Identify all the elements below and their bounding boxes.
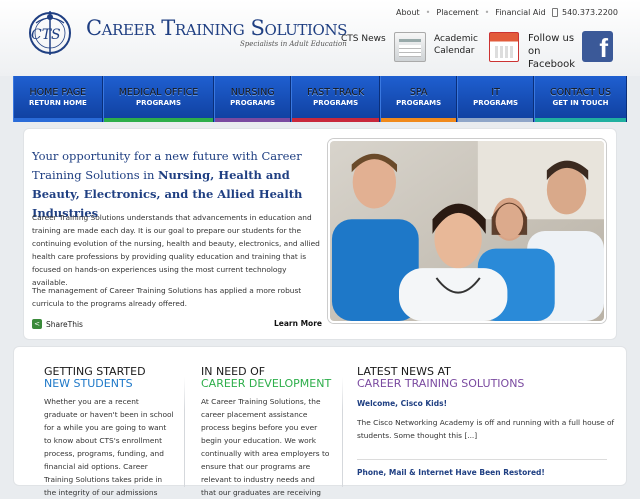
calendar-page-icon[interactable] [489, 32, 519, 62]
nav-color-bar [103, 118, 214, 122]
calendar-icon[interactable] [394, 32, 426, 62]
nav-item-spa[interactable]: SPA PROGRAMS [380, 76, 458, 122]
nav-title: NURSING [230, 87, 275, 98]
learn-more-link[interactable]: Learn More [274, 319, 322, 328]
nav-title: CONTACT US [549, 87, 612, 98]
nav-color-bar [14, 118, 102, 122]
hero-paragraph-1: Career Training Solutions understands th… [32, 213, 320, 287]
brand-title[interactable]: Career Training Solutions [86, 16, 347, 40]
share-icon: < [32, 319, 42, 329]
site-header: CTS Career Training Solutions Specialist… [0, 0, 640, 76]
top-link-financial-aid[interactable]: Financial Aid [495, 8, 545, 17]
nav-title: IT [491, 87, 500, 98]
getting-started-text: Whether you are a recent graduate or hav… [44, 397, 174, 497]
nav-item-contact[interactable]: CONTACT US GET IN TOUCH [534, 76, 627, 122]
top-link-placement[interactable]: Placement [436, 8, 478, 17]
nav-title: MEDICAL OFFICE [118, 87, 199, 98]
nav-sub: PROGRAMS [135, 99, 182, 107]
academic-calendar-link[interactable]: Academic Calendar [434, 33, 484, 57]
nav-sub: PROGRAMS [396, 99, 442, 107]
news-item-text: The Cisco Networking Academy is off and … [357, 418, 615, 440]
nav-item-fast-track[interactable]: FAST TRACK PROGRAMS [291, 76, 381, 122]
news-item-title[interactable]: Welcome, Cisco Kids! [357, 399, 447, 408]
facebook-icon[interactable]: f [582, 31, 613, 63]
nav-color-bar [458, 118, 534, 122]
nav-sub: RETURN HOME [28, 99, 87, 107]
facebook-follow-link[interactable]: Follow us on Facebook [528, 32, 584, 71]
nav-sub: PROGRAMS [230, 99, 276, 107]
bullet-separator: • [425, 8, 431, 17]
top-link-about[interactable]: About [396, 8, 420, 17]
news-separator [357, 459, 607, 460]
new-students-heading[interactable]: NEW STUDENTS [44, 377, 133, 390]
brand-tagline: Specialists in Adult Education [240, 40, 347, 48]
share-button[interactable]: < ShareThis [32, 319, 83, 329]
nav-title: HOME PAGE [29, 87, 87, 98]
hero-paragraph-2: The management of Career Training Soluti… [32, 286, 302, 308]
nav-title: SPA [409, 87, 428, 98]
nav-color-bar [292, 118, 380, 122]
nav-item-medical-office[interactable]: MEDICAL OFFICE PROGRAMS [102, 76, 215, 122]
column-divider [184, 377, 185, 487]
news-subheading: CAREER TRAINING SOLUTIONS [357, 377, 525, 390]
bullet-separator: • [484, 8, 490, 17]
column-divider [342, 377, 343, 487]
phone-text: 540.373.2200 [562, 8, 618, 17]
students-photo [328, 139, 606, 323]
svg-text:CTS: CTS [31, 27, 61, 43]
info-columns: GETTING STARTED NEW STUDENTS Whether you… [13, 346, 627, 497]
phone-number: 540.373.2200 [552, 8, 618, 17]
nav-color-bar [535, 118, 626, 122]
share-label: ShareThis [46, 319, 83, 329]
career-text: At Career Training Solutions, the career… [201, 397, 330, 497]
career-development-heading[interactable]: CAREER DEVELOPMENT [201, 377, 331, 390]
nav-color-bar [381, 118, 457, 122]
news-item-title[interactable]: Phone, Mail & Internet Have Been Restore… [357, 468, 545, 477]
hero-panel: Your opportunity for a new future with C… [23, 128, 617, 340]
nav-title: FAST TRACK [307, 87, 365, 98]
nav-sub: PROGRAMS [473, 99, 519, 107]
nav-sub: GET IN TOUCH [552, 99, 609, 107]
phone-icon [552, 8, 558, 17]
top-links: About • Placement • Financial Aid [396, 8, 546, 17]
cts-news-link[interactable]: CTS News [341, 34, 386, 44]
nav-color-bar [215, 118, 291, 122]
nav-item-home[interactable]: HOME PAGE RETURN HOME [13, 76, 103, 122]
logo-icon[interactable]: CTS [28, 8, 78, 58]
nav-sub: PROGRAMS [313, 99, 359, 107]
nav-item-nursing[interactable]: NURSING PROGRAMS [214, 76, 292, 122]
nav-item-it[interactable]: IT PROGRAMS [457, 76, 535, 122]
main-nav: HOME PAGE RETURN HOME MEDICAL OFFICE PROGR… [13, 76, 627, 122]
